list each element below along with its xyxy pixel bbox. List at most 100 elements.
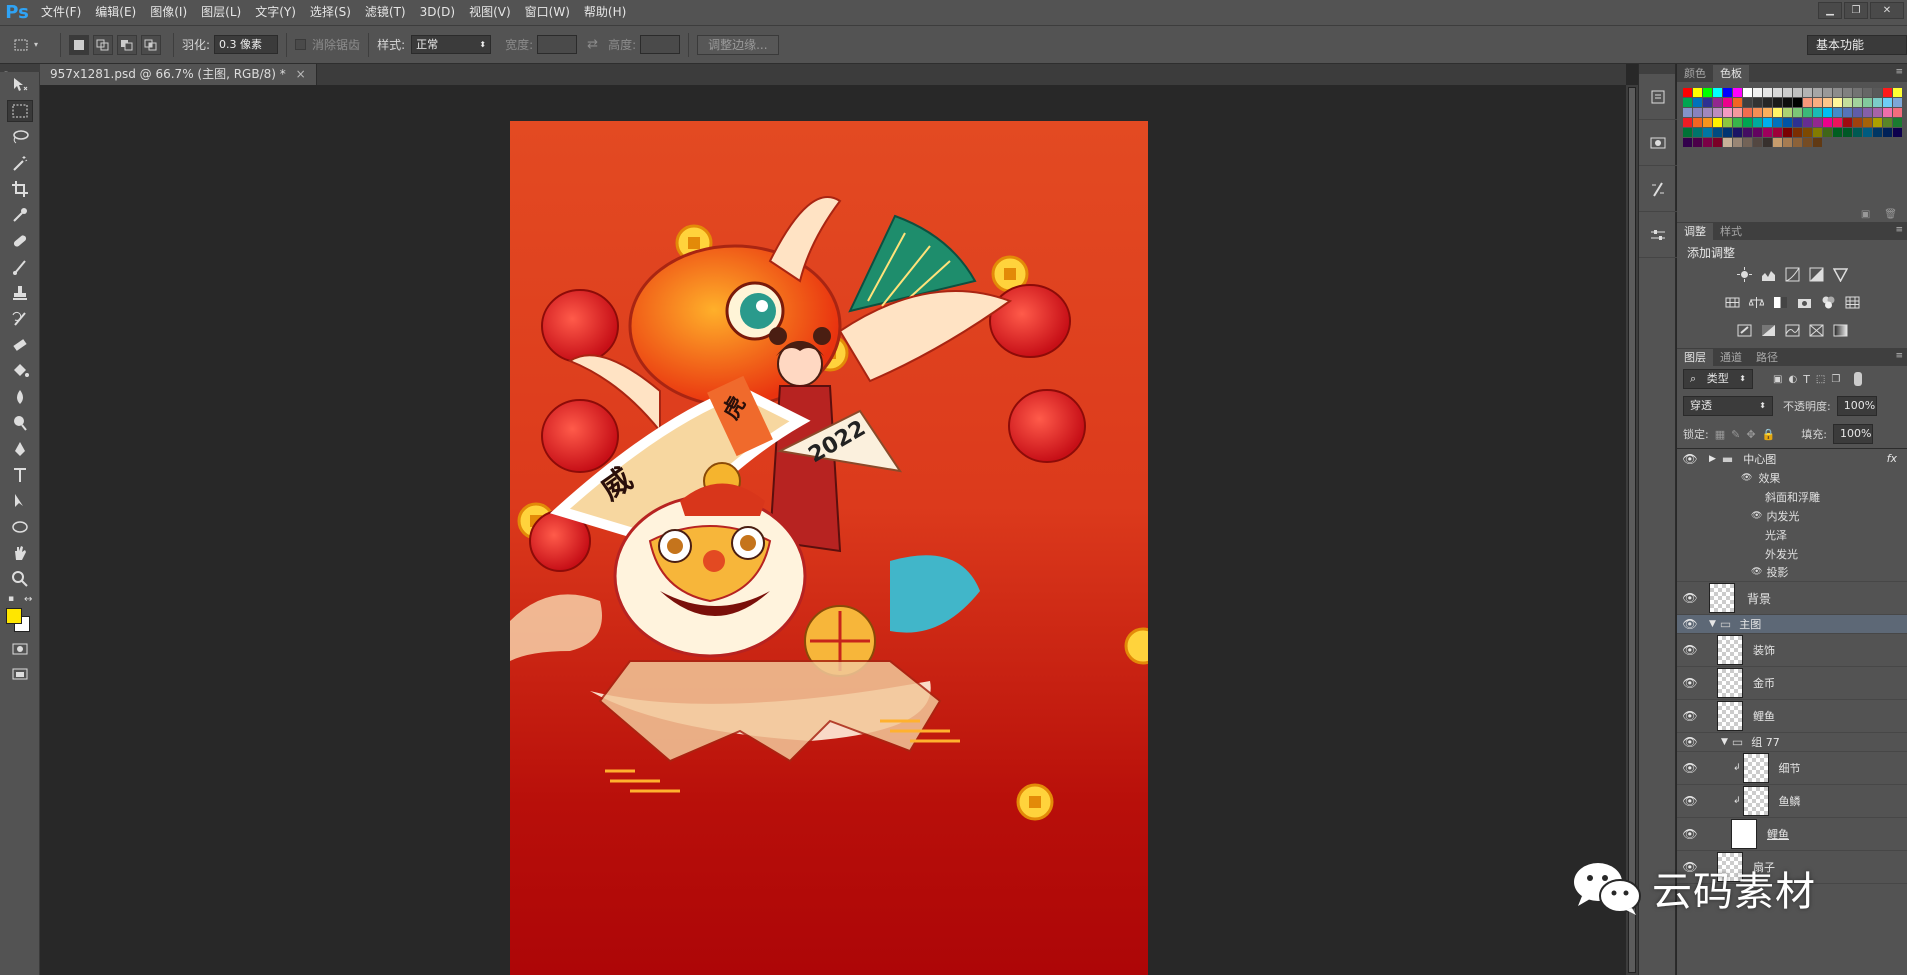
color-swatch[interactable] xyxy=(1733,98,1742,107)
color-swatch[interactable] xyxy=(1723,88,1732,97)
brush-panel-button[interactable] xyxy=(1639,166,1677,212)
eraser-tool[interactable] xyxy=(0,332,40,358)
color-swatch[interactable] xyxy=(1683,98,1692,107)
color-swatch[interactable] xyxy=(1783,88,1792,97)
menu-image[interactable]: 图像(I) xyxy=(143,0,194,25)
color-swatch[interactable] xyxy=(1773,88,1782,97)
color-swatch[interactable] xyxy=(1843,108,1852,117)
opacity-input[interactable]: 100% xyxy=(1836,396,1877,416)
color-swatch[interactable] xyxy=(1763,98,1772,107)
tab-swatches[interactable]: 色板 xyxy=(1713,65,1749,82)
tab-color[interactable]: 颜色 xyxy=(1677,65,1713,82)
color-swatch[interactable] xyxy=(1893,108,1902,117)
swap-colors-icon[interactable]: ↔ xyxy=(24,594,32,605)
layer-background[interactable]: 👁 背景 xyxy=(1677,582,1907,615)
color-swatch[interactable] xyxy=(1713,108,1722,117)
layer-fan[interactable]: 👁 扇子 xyxy=(1677,851,1907,884)
color-swatch[interactable] xyxy=(1793,98,1802,107)
vibrance-button[interactable] xyxy=(1832,267,1849,282)
color-swatch[interactable] xyxy=(1733,118,1742,127)
collapse-arrow-icon[interactable]: ▼ xyxy=(1721,737,1728,747)
canvas-vertical-scrollbar[interactable] xyxy=(1626,85,1638,975)
subtract-selection-button[interactable] xyxy=(117,34,137,55)
close-window-button[interactable]: ✕ xyxy=(1870,2,1904,19)
color-swatch[interactable] xyxy=(1863,128,1872,137)
default-colors-icon[interactable]: ▪ xyxy=(8,594,14,604)
color-swatch[interactable] xyxy=(1843,98,1852,107)
black-white-button[interactable] xyxy=(1772,295,1789,310)
effect-eye-icon[interactable]: 👁 xyxy=(1741,473,1752,483)
eye-icon[interactable]: 👁 xyxy=(1677,794,1703,808)
effects-header[interactable]: 👁 效果 xyxy=(1677,468,1907,487)
color-swatch[interactable] xyxy=(1853,128,1862,137)
color-swatch[interactable] xyxy=(1803,108,1812,117)
color-balance-button[interactable] xyxy=(1748,295,1765,310)
effect-satin[interactable]: 光泽 xyxy=(1677,525,1907,544)
color-swatch[interactable] xyxy=(1803,98,1812,107)
color-swatch[interactable] xyxy=(1833,88,1842,97)
minimize-button[interactable]: ▁ xyxy=(1818,2,1842,19)
color-swatch[interactable] xyxy=(1823,98,1832,107)
magic-wand-tool[interactable] xyxy=(0,150,40,176)
color-swatch[interactable] xyxy=(1833,108,1842,117)
color-swatch[interactable] xyxy=(1683,138,1692,147)
delete-swatch-icon[interactable]: 🗑 xyxy=(1884,209,1897,220)
color-swatch[interactable] xyxy=(1743,88,1752,97)
color-swatch[interactable] xyxy=(1893,88,1902,97)
path-selection-tool[interactable] xyxy=(0,488,40,514)
color-swatch[interactable] xyxy=(1703,108,1712,117)
color-swatch[interactable] xyxy=(1763,108,1772,117)
document-tab[interactable]: 957x1281.psd @ 66.7% (主图, RGB/8) * × xyxy=(40,64,317,85)
color-swatch[interactable] xyxy=(1783,98,1792,107)
layer-carp-2[interactable]: 👁 鲤鱼 xyxy=(1677,818,1907,851)
history-panel-button[interactable] xyxy=(1639,74,1677,120)
color-swatch[interactable] xyxy=(1883,108,1892,117)
color-swatch[interactable] xyxy=(1773,138,1782,147)
filter-toggle[interactable] xyxy=(1854,372,1863,386)
scrollbar-thumb[interactable] xyxy=(1628,87,1636,973)
collapse-arrow-icon[interactable]: ▼ xyxy=(1709,619,1716,629)
color-swatch[interactable] xyxy=(1723,138,1732,147)
pixel-filter-icon[interactable]: ▣ xyxy=(1773,374,1782,385)
color-swatch[interactable] xyxy=(1863,108,1872,117)
color-lookup-button[interactable] xyxy=(1844,295,1861,310)
color-swatch[interactable] xyxy=(1703,118,1712,127)
color-swatch[interactable] xyxy=(1743,108,1752,117)
color-swatch[interactable] xyxy=(1683,108,1692,117)
threshold-button[interactable] xyxy=(1784,323,1801,338)
color-swatch[interactable] xyxy=(1893,118,1902,127)
color-swatch[interactable] xyxy=(1813,138,1822,147)
tab-styles[interactable]: 样式 xyxy=(1713,223,1749,240)
menu-select[interactable]: 选择(S) xyxy=(303,0,358,25)
style-select[interactable]: 正常 ⬍ xyxy=(411,35,492,54)
color-swatch[interactable] xyxy=(1793,108,1802,117)
eye-icon[interactable]: 👁 xyxy=(1677,676,1703,690)
layer-gold-coin[interactable]: 👁 金币 xyxy=(1677,667,1907,700)
workspace-select[interactable]: 基本功能 xyxy=(1807,35,1907,55)
color-swatch[interactable] xyxy=(1803,138,1812,147)
invert-button[interactable] xyxy=(1736,323,1753,338)
menu-layer[interactable]: 图层(L) xyxy=(194,0,248,25)
color-swatch[interactable] xyxy=(1893,98,1902,107)
layer-group-center[interactable]: 👁 ▶ ▬ 中心图 fx xyxy=(1677,449,1907,468)
new-selection-button[interactable] xyxy=(69,34,89,55)
color-swatch[interactable] xyxy=(1763,118,1772,127)
color-swatch[interactable] xyxy=(1683,118,1692,127)
color-swatch[interactable] xyxy=(1753,88,1762,97)
color-swatch[interactable] xyxy=(1853,88,1862,97)
width-input[interactable] xyxy=(537,35,578,54)
color-swatch[interactable] xyxy=(1733,108,1742,117)
color-swatch[interactable] xyxy=(1753,98,1762,107)
screen-mode-button[interactable] xyxy=(0,662,40,688)
dodge-tool[interactable] xyxy=(0,410,40,436)
layer-detail[interactable]: 👁 ↲ 细节 xyxy=(1677,752,1907,785)
eyedropper-tool[interactable] xyxy=(0,202,40,228)
canvas-area[interactable]: 2022 威 虎 xyxy=(40,85,1626,975)
color-swatch[interactable] xyxy=(1703,98,1712,107)
color-swatch[interactable] xyxy=(1773,118,1782,127)
color-swatch[interactable] xyxy=(1863,118,1872,127)
color-swatch[interactable] xyxy=(1733,138,1742,147)
color-swatch[interactable] xyxy=(1873,128,1882,137)
color-swatch[interactable] xyxy=(1723,118,1732,127)
eye-icon[interactable]: 👁 xyxy=(1677,452,1703,466)
